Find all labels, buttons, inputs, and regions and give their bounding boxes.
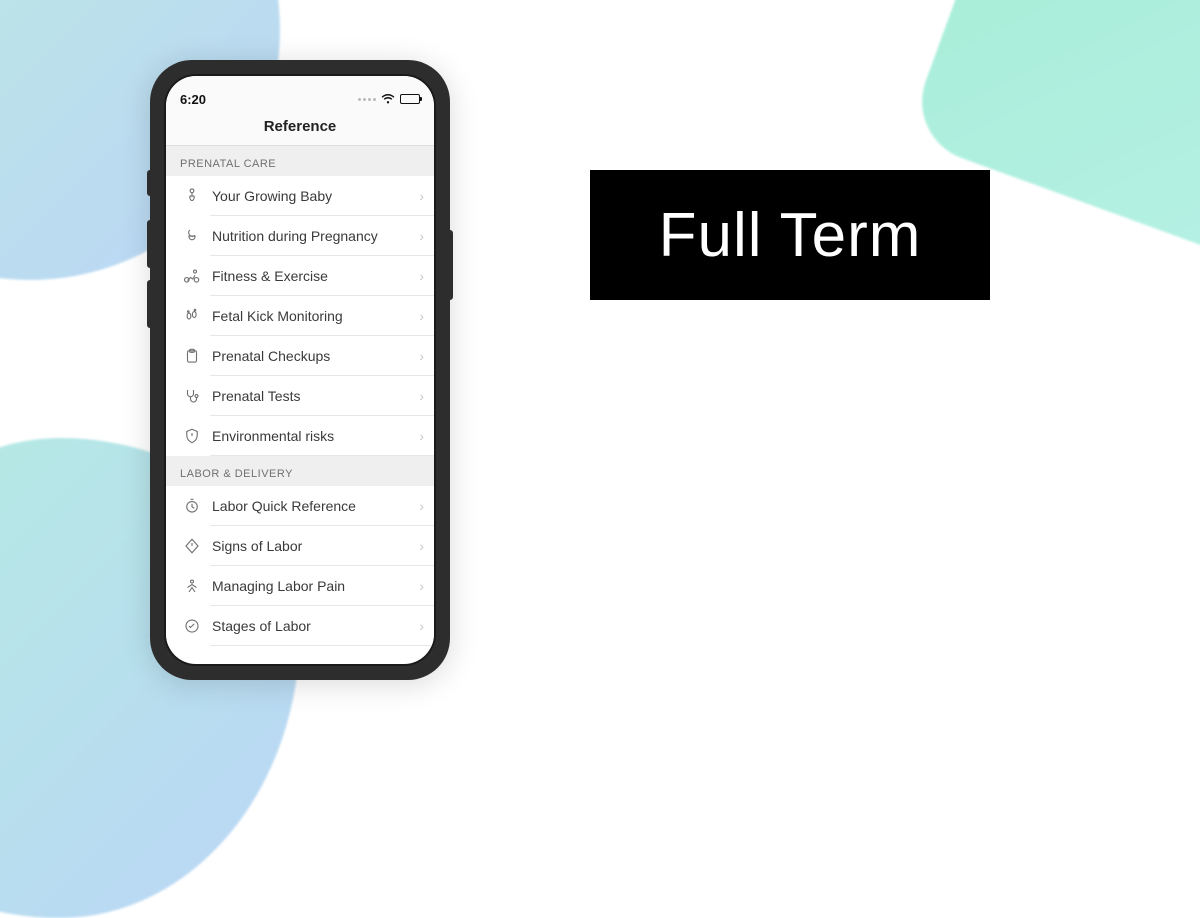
chevron-right-icon: › xyxy=(419,578,424,594)
phone-frame: 6:20 Reference PRENATAL CARE Your Growin… xyxy=(150,60,450,680)
fitness-icon xyxy=(180,267,204,285)
row-label: Nutrition during Pregnancy xyxy=(204,228,419,244)
chevron-right-icon: › xyxy=(419,348,424,364)
status-right xyxy=(358,94,420,104)
row-label: Labor Quick Reference xyxy=(204,498,419,514)
status-time: 6:20 xyxy=(180,92,206,107)
chevron-right-icon: › xyxy=(419,428,424,444)
phone-screen: 6:20 Reference PRENATAL CARE Your Growin… xyxy=(166,76,434,664)
section-header-labor: LABOR & DELIVERY xyxy=(166,456,434,486)
row-label: Fetal Kick Monitoring xyxy=(204,308,419,324)
chevron-right-icon: › xyxy=(419,228,424,244)
row-fetal-kick[interactable]: Fetal Kick Monitoring › xyxy=(166,296,434,336)
diamond-warning-icon xyxy=(180,537,204,555)
row-fitness[interactable]: Fitness & Exercise › xyxy=(166,256,434,296)
wifi-icon xyxy=(381,94,395,104)
clipboard-icon xyxy=(180,347,204,365)
app-name-text: Full Term xyxy=(659,200,922,271)
row-labor-quick-ref[interactable]: Labor Quick Reference › xyxy=(166,486,434,526)
row-env-risks[interactable]: Environmental risks › xyxy=(166,416,434,456)
chevron-right-icon: › xyxy=(419,618,424,634)
row-label: Stages of Labor xyxy=(204,618,419,634)
row-label: Prenatal Checkups xyxy=(204,348,419,364)
volume-down-button xyxy=(147,280,151,328)
clock-icon xyxy=(180,497,204,515)
row-labor-pain[interactable]: Managing Labor Pain › xyxy=(166,566,434,606)
stethoscope-icon xyxy=(180,387,204,405)
row-label: Environmental risks xyxy=(204,428,419,444)
row-nutrition[interactable]: Nutrition during Pregnancy › xyxy=(166,216,434,256)
row-tests[interactable]: Prenatal Tests › xyxy=(166,376,434,416)
row-label: Prenatal Tests xyxy=(204,388,419,404)
chevron-right-icon: › xyxy=(419,188,424,204)
nutrition-icon xyxy=(180,227,204,245)
footprints-icon xyxy=(180,307,204,325)
mute-switch xyxy=(147,170,151,196)
cell-signal-icon xyxy=(358,98,376,101)
row-label: Signs of Labor xyxy=(204,538,419,554)
chevron-right-icon: › xyxy=(419,498,424,514)
chevron-right-icon: › xyxy=(419,538,424,554)
row-stages-labor[interactable]: Stages of Labor › xyxy=(166,606,434,646)
section-header-prenatal: PRENATAL CARE xyxy=(166,146,434,176)
chevron-right-icon: › xyxy=(419,268,424,284)
row-label: Managing Labor Pain xyxy=(204,578,419,594)
row-signs-labor[interactable]: Signs of Labor › xyxy=(166,526,434,566)
power-button xyxy=(449,230,453,300)
nav-title: Reference xyxy=(166,112,434,146)
row-checkups[interactable]: Prenatal Checkups › xyxy=(166,336,434,376)
shield-warning-icon xyxy=(180,427,204,445)
status-bar: 6:20 xyxy=(166,76,434,112)
row-your-growing-baby[interactable]: Your Growing Baby › xyxy=(166,176,434,216)
chevron-right-icon: › xyxy=(419,388,424,404)
row-label: Fitness & Exercise xyxy=(204,268,419,284)
meditation-icon xyxy=(180,577,204,595)
app-name-badge: Full Term xyxy=(590,170,990,300)
stages-icon xyxy=(180,617,204,635)
chevron-right-icon: › xyxy=(419,308,424,324)
volume-up-button xyxy=(147,220,151,268)
baby-icon xyxy=(180,187,204,205)
battery-icon xyxy=(400,94,420,104)
row-label: Your Growing Baby xyxy=(204,188,419,204)
